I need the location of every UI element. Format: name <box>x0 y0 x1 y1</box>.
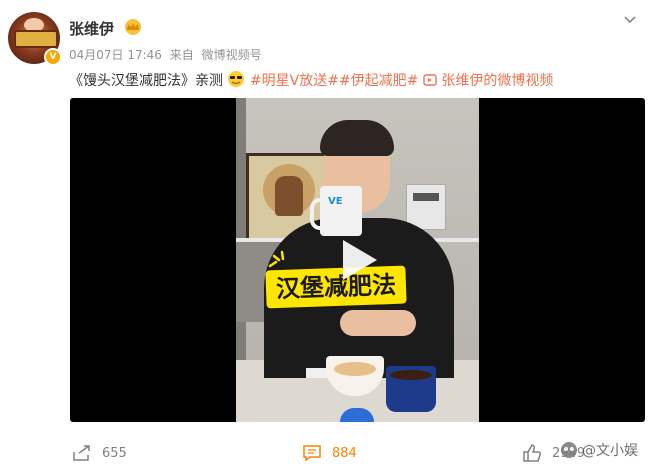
mug-logo: VE <box>328 196 343 207</box>
post-meta: 04月07日 17:46 来自 微博视频号 <box>69 46 266 63</box>
comment-button[interactable]: 884 <box>302 444 357 462</box>
video-frame: VE 汉堡减肥法 <box>236 98 479 422</box>
video-link[interactable]: 张维伊的微博视频 <box>441 73 553 89</box>
topic-link[interactable]: #明星V放送# <box>250 73 339 89</box>
play-icon[interactable] <box>339 238 379 282</box>
comment-icon <box>303 445 321 462</box>
username[interactable]: 张维伊 <box>69 18 114 39</box>
action-bar: 655 884 2949 <box>0 432 650 472</box>
post-source[interactable]: 微博视频号 <box>202 48 262 62</box>
avatar[interactable]: V <box>8 12 62 66</box>
topic-link[interactable]: #伊起减肥# <box>339 73 418 89</box>
repost-count: 655 <box>102 445 127 461</box>
repost-button[interactable]: 655 <box>72 444 127 462</box>
watermark-logo-icon <box>561 442 577 458</box>
post-text: 《馒头汉堡减肥法》亲测 #明星V放送##伊起减肥# 张维伊的微博视频 <box>69 70 553 90</box>
watermark-text: @文小娱 <box>582 443 638 459</box>
video-player[interactable]: VE 汉堡减肥法 <box>70 98 645 422</box>
thumbs-up-icon <box>523 444 542 462</box>
sparkle-icon <box>268 250 285 268</box>
video-link-icon <box>423 74 437 86</box>
video-caption: 汉堡减肥法 <box>265 265 407 309</box>
watermark: @文小娱 <box>560 440 638 460</box>
post-text-prefix: 《馒头汉堡减肥法》亲测 <box>69 73 223 89</box>
coffee-cup <box>386 366 436 412</box>
comment-count: 884 <box>332 445 357 461</box>
chevron-down-icon[interactable] <box>622 12 638 28</box>
crown-icon <box>125 19 141 35</box>
source-prefix: 来自 <box>169 48 194 62</box>
avatar-banner <box>14 30 58 48</box>
mug: VE <box>320 186 362 236</box>
post-time[interactable]: 04月07日 17:46 <box>69 48 162 62</box>
sunglasses-emoji-icon <box>228 71 245 87</box>
verified-badge-icon: V <box>44 48 62 66</box>
repost-icon <box>73 445 90 461</box>
